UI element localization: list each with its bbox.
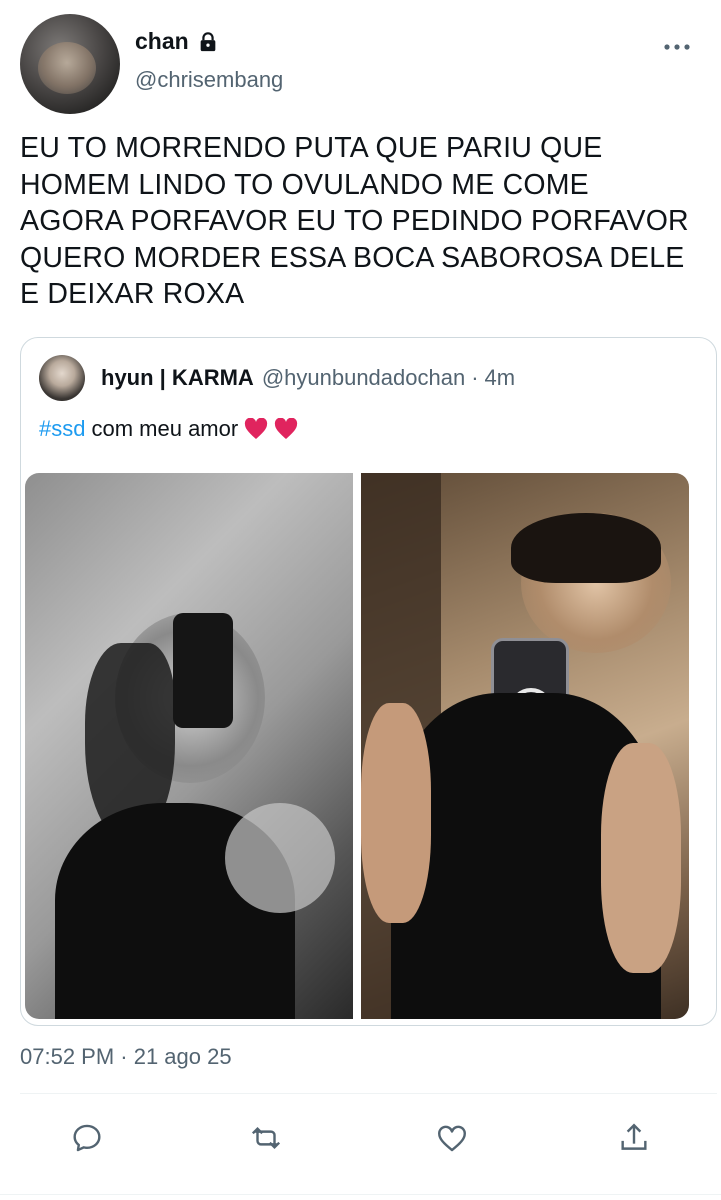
heart-outline-icon [438,1125,466,1152]
quoted-author-avatar [39,355,85,401]
retweet-icon [251,1126,281,1150]
more-options-icon[interactable] [662,40,692,54]
tweet-header: chan @chrisembang [20,14,710,118]
quoted-author-display-name: hyun | KARMA [101,365,254,390]
media-photo-2[interactable] [361,473,689,1019]
quoted-text-body: com meu amor [91,416,239,441]
action-bar [0,1118,721,1164]
share-icon [621,1123,647,1150]
author-handle[interactable]: @chrisembang [135,67,283,93]
red-heart-icon [274,417,298,440]
reply-button[interactable] [67,1118,107,1158]
divider [20,1093,717,1094]
quoted-tweet-header: hyun | KARMA @hyunbundadochan · 4m [39,353,515,403]
quoted-separator: · [471,365,479,390]
quoted-tweet-text: #ssd com meu amor [39,416,298,442]
like-button[interactable] [432,1118,472,1158]
author-display-name[interactable]: chan [135,28,189,55]
media-photo-1[interactable] [25,473,353,1019]
quoted-tweet-card[interactable]: hyun | KARMA @hyunbundadochan · 4m #ssd … [20,337,717,1026]
red-heart-icon [244,417,268,440]
tweet-text: EU TO MORRENDO PUTA QUE PARIU QUE HOMEM … [20,132,689,310]
hashtag-link[interactable]: #ssd [39,416,85,442]
retweet-button[interactable] [246,1118,286,1158]
author-name-row: chan [135,28,219,55]
quoted-relative-time: 4m [484,365,516,390]
quoted-author-handle: @hyunbundadochan [261,365,466,390]
media-grid [25,473,689,1019]
author-avatar[interactable] [20,14,120,114]
lock-icon [197,31,219,53]
tweet-timestamp[interactable]: 07:52 PM · 21 ago 25 [20,1044,232,1070]
reply-icon [73,1124,101,1152]
share-button[interactable] [614,1118,654,1158]
bottom-divider [0,1194,721,1195]
